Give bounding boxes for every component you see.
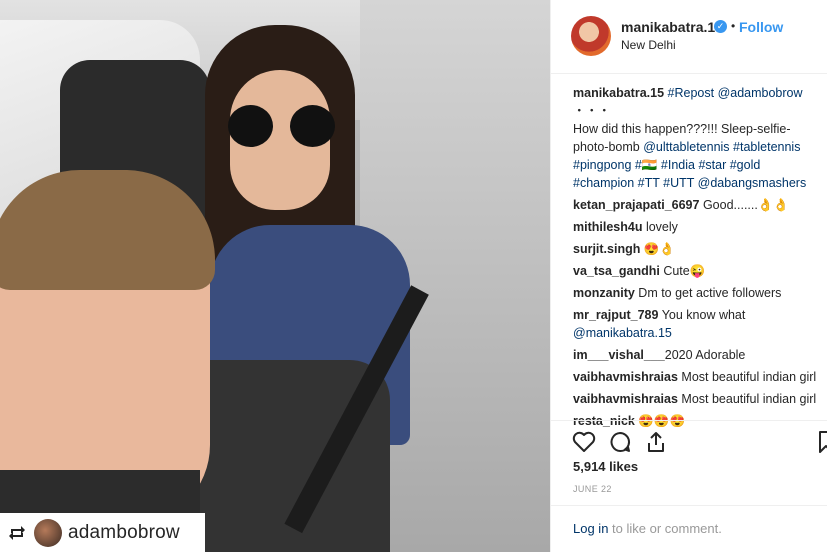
avatar[interactable] — [571, 16, 611, 56]
comments-list: manikabatra.15 #Repost @adambobrow ・・・ H… — [573, 84, 823, 434]
comment-username[interactable]: mithilesh4u — [573, 220, 642, 234]
caption-username[interactable]: manikabatra.15 — [573, 86, 664, 100]
post-sidebar: manikabatra.15 ✓ • Follow New Delhi mani… — [550, 0, 827, 552]
caption-hashtag-utt[interactable]: #UTT — [663, 176, 694, 190]
repost-avatar — [34, 518, 62, 547]
repost-badge: adambobrow — [0, 513, 205, 552]
action-bar — [551, 420, 827, 461]
comment: vaibhavmishraias Most beautiful indian g… — [573, 368, 823, 386]
comment: monzanity Dm to get active followers — [573, 284, 823, 302]
comment-username[interactable]: va_tsa_gandhi — [573, 264, 660, 278]
comment-text: 2020 Adorable — [664, 348, 746, 362]
caption-hashtag-tt[interactable]: #TT — [638, 176, 660, 190]
caption-hashtag-gold[interactable]: #gold — [730, 158, 761, 172]
comment-text: Most beautiful indian girl — [681, 392, 817, 406]
likes-count[interactable]: 5,914 likes — [573, 459, 638, 474]
comment-username[interactable]: vaibhavmishraias — [573, 392, 678, 406]
comment: mr_rajput_789 You know what @manikabatra… — [573, 306, 823, 342]
comment-text: Dm to get active followers — [638, 286, 782, 300]
post-photo[interactable]: adambobrow — [0, 0, 550, 552]
comment-icon[interactable] — [607, 429, 633, 455]
comment-username[interactable]: mr_rajput_789 — [573, 308, 658, 322]
comment: mithilesh4u lovely — [573, 218, 823, 236]
comment-text: 😍👌 — [643, 242, 675, 256]
comment: va_tsa_gandhi Cute😜 — [573, 262, 823, 280]
comment-username[interactable]: surjit.singh — [573, 242, 640, 256]
caption-hashtag-flag[interactable]: #🇮🇳 — [635, 158, 658, 172]
caption-hashtag-champion[interactable]: #champion — [573, 176, 634, 190]
post-header: manikabatra.15 ✓ • Follow New Delhi — [551, 0, 827, 74]
comment: vaibhavmishraias Most beautiful indian g… — [573, 390, 823, 408]
verified-badge-icon: ✓ — [714, 20, 727, 33]
comment-username[interactable]: im___vishal___ — [573, 348, 665, 362]
caption-dots: ・・・ — [573, 104, 611, 118]
comment-text: lovely — [645, 220, 678, 234]
caption-mention-ulttabletennis[interactable]: @ulttabletennis — [643, 140, 729, 154]
comment-mention[interactable]: @manikabatra.15 — [573, 326, 672, 340]
comment-text: Good.......👌👌 — [702, 198, 789, 212]
comment-username[interactable]: monzanity — [573, 286, 635, 300]
instagram-post: adambobrow manikabatra.15 ✓ • Follow New… — [0, 0, 827, 552]
comment-username[interactable]: ketan_prajapati_6697 — [573, 198, 699, 212]
location-link[interactable]: New Delhi — [621, 38, 676, 52]
comment: im___vishal___2020 Adorable — [573, 346, 823, 364]
photo-sunglasses-right — [290, 105, 335, 147]
caption-hashtag-star[interactable]: #star — [698, 158, 726, 172]
repost-username: adambobrow — [68, 521, 180, 543]
caption-hashtag-tabletennis[interactable]: #tabletennis — [733, 140, 800, 154]
comment: ketan_prajapati_6697 Good.......👌👌 — [573, 196, 823, 214]
comment-text: Cute😜 — [663, 264, 706, 278]
caption-hashtag-repost[interactable]: #Repost — [668, 86, 715, 100]
caption-hashtag-pingpong[interactable]: #pingpong — [573, 158, 631, 172]
login-link[interactable]: Log in — [573, 521, 608, 536]
repost-icon — [6, 522, 28, 544]
caption-mention-dabangsmashers[interactable]: @dabangsmashers — [698, 176, 807, 190]
header-separator: • — [731, 19, 736, 33]
comment-text: Most beautiful indian girl — [681, 370, 817, 384]
caption: manikabatra.15 #Repost @adambobrow ・・・ H… — [573, 84, 823, 192]
login-rest: to like or comment. — [608, 521, 722, 536]
post-date: JUNE 22 — [573, 484, 612, 494]
comment-text: You know what — [661, 308, 746, 322]
login-bar: Log in to like or comment. — [551, 505, 827, 553]
heart-icon[interactable] — [571, 429, 597, 455]
share-icon[interactable] — [643, 429, 669, 455]
caption-hashtag-india[interactable]: #India — [661, 158, 695, 172]
comment-username[interactable]: vaibhavmishraias — [573, 370, 678, 384]
caption-mention-adambobrow[interactable]: @adambobrow — [718, 86, 803, 100]
bookmark-icon[interactable] — [813, 429, 827, 455]
header-username[interactable]: manikabatra.15 — [621, 19, 723, 35]
comment: surjit.singh 😍👌 — [573, 240, 823, 258]
follow-button[interactable]: Follow — [739, 19, 783, 35]
photo-sunglasses-left — [228, 105, 273, 147]
login-prompt: Log in to like or comment. — [573, 521, 722, 536]
